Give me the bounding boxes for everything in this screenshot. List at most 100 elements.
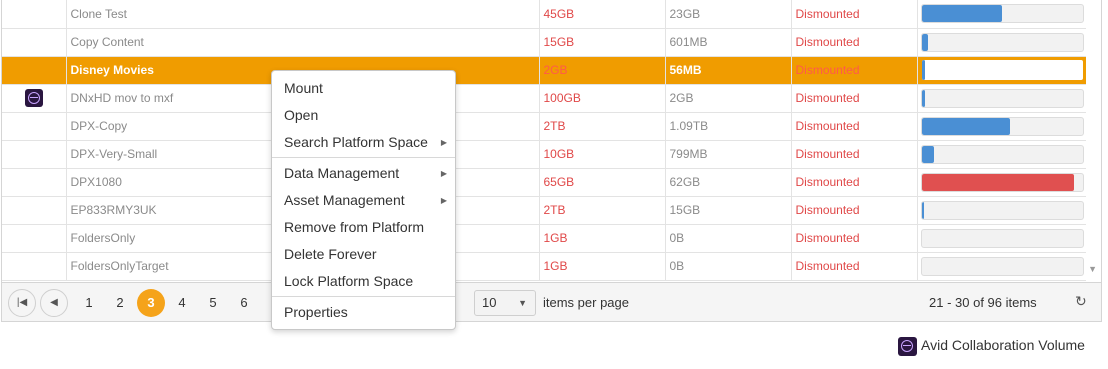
usage-bar: [920, 59, 1084, 81]
table-body: Clone Test 45GB 23GB Dismounted Copy Content…: [2, 0, 1088, 281]
usage-bar: [920, 228, 1084, 248]
submenu-arrow-icon: ▶: [440, 196, 447, 205]
usage-cell: [917, 140, 1088, 169]
page-number-2[interactable]: 2: [106, 289, 134, 317]
usage-cell: [917, 56, 1088, 85]
workspace-status: Dismounted: [791, 28, 918, 57]
usage-bar: [920, 144, 1084, 164]
table-row[interactable]: Copy Content 15GB 601MB Dismounted: [2, 28, 1088, 57]
table-row[interactable]: DPX-Very-Small 10GB 799MB Dismounted: [2, 140, 1088, 169]
page-number-4[interactable]: 4: [168, 289, 196, 317]
menu-item-label: Asset Management: [284, 192, 405, 208]
workspace-used: 62GB: [665, 168, 792, 197]
usage-cell: [917, 196, 1088, 225]
workspace-table: Clone Test 45GB 23GB Dismounted Copy Content…: [2, 0, 1088, 281]
usage-bar-fill: [921, 33, 928, 51]
page-number-6[interactable]: 6: [230, 289, 258, 317]
avid-icon: [898, 337, 917, 356]
workspace-size: 45GB: [539, 0, 666, 29]
submenu-arrow-icon: ▶: [440, 138, 447, 147]
workspace-status: Dismounted: [791, 140, 918, 169]
table-row[interactable]: DPX-Copy 2TB 1.09TB Dismounted: [2, 112, 1088, 141]
usage-cell: [917, 252, 1088, 281]
menu-item-mount[interactable]: Mount: [272, 75, 455, 102]
table-row[interactable]: DPX1080 65GB 62GB Dismounted: [2, 168, 1088, 197]
menu-separator: [272, 157, 455, 158]
context-menu: Mount Open Search Platform Space ▶ Data Mana…: [271, 70, 456, 330]
usage-cell: [917, 28, 1088, 57]
menu-item-properties[interactable]: Properties: [272, 299, 455, 326]
workspace-name[interactable]: Copy Content: [66, 28, 540, 57]
table-row[interactable]: EP833RMY3UK 2TB 15GB Dismounted: [2, 196, 1088, 225]
row-icon-cell: [2, 28, 67, 57]
usage-bar-fill: [921, 60, 925, 80]
prev-page-button[interactable]: ◀: [40, 289, 68, 317]
vertical-scrollbar[interactable]: ▼: [1086, 0, 1101, 282]
workspace-size: 10GB: [539, 140, 666, 169]
workspace-status: Dismounted: [791, 168, 918, 197]
row-icon-cell: [2, 196, 67, 225]
workspace-size: 15GB: [539, 28, 666, 57]
workspace-type-label: Avid Collaboration Volume: [921, 337, 1085, 354]
workspace-size: 1GB: [539, 252, 666, 281]
menu-item-data-management[interactable]: Data Management ▶: [272, 160, 455, 187]
workspace-used: 1.09TB: [665, 112, 792, 141]
row-icon-cell: [2, 140, 67, 169]
row-icon-cell: [2, 84, 67, 113]
menu-item-label: Properties: [284, 304, 348, 320]
scroll-down-icon[interactable]: ▼: [1088, 264, 1097, 274]
page-number-3[interactable]: 3: [137, 289, 165, 317]
menu-item-search-platform-space[interactable]: Search Platform Space ▶: [272, 129, 455, 156]
workspace-size: 100GB: [539, 84, 666, 113]
usage-bar: [920, 32, 1084, 52]
workspace-name[interactable]: Clone Test: [66, 0, 540, 29]
table-row[interactable]: FoldersOnlyTarget 1GB 0B Dismounted: [2, 252, 1088, 281]
row-icon-cell: [2, 252, 67, 281]
workspace-type-legend: Avid Collaboration Volume: [898, 337, 1085, 356]
table-row[interactable]: DNxHD mov to mxf 100GB 2GB Dismounted: [2, 84, 1088, 113]
usage-cell: [917, 84, 1088, 113]
usage-cell: [917, 168, 1088, 197]
chevron-down-icon: ▼: [518, 298, 527, 308]
row-icon-cell: [2, 168, 67, 197]
page-number-5[interactable]: 5: [199, 289, 227, 317]
refresh-icon[interactable]: ↻: [1075, 293, 1087, 310]
workspace-status: Dismounted: [791, 112, 918, 141]
page-size-select[interactable]: 10 ▼: [474, 290, 536, 316]
menu-item-label: Remove from Platform: [284, 219, 425, 235]
pager: |◀ ◀ 123456 10 ▼ items per page 21 - 30 …: [2, 282, 1101, 321]
workspace-used: 23GB: [665, 0, 792, 29]
menu-separator: [272, 296, 455, 297]
page-number-1[interactable]: 1: [75, 289, 103, 317]
first-page-button[interactable]: |◀: [8, 289, 36, 317]
usage-bar: [920, 4, 1084, 24]
usage-bar-fill: [921, 145, 935, 163]
usage-bar: [920, 116, 1084, 136]
menu-item-label: Mount: [284, 80, 323, 96]
workspace-used: 0B: [665, 252, 792, 281]
table-row[interactable]: Disney Movies 2GB 56MB Dismounted: [2, 56, 1088, 85]
submenu-arrow-icon: ▶: [440, 169, 447, 178]
row-icon-cell: [2, 224, 67, 253]
menu-item-asset-management[interactable]: Asset Management ▶: [272, 187, 455, 214]
menu-item-label: Data Management: [284, 165, 400, 181]
pager-info: 21 - 30 of 96 items: [929, 295, 1037, 310]
row-icon-cell: [2, 56, 67, 85]
menu-item-label: Open: [284, 107, 319, 123]
usage-bar: [920, 88, 1084, 108]
usage-bar: [920, 256, 1084, 276]
usage-bar: [920, 200, 1084, 220]
usage-bar-fill: [921, 5, 1002, 23]
workspace-size: 1GB: [539, 224, 666, 253]
workspace-used: 56MB: [665, 56, 792, 85]
menu-item-delete-forever[interactable]: Delete Forever: [272, 241, 455, 268]
menu-item-lock-platform-space[interactable]: Lock Platform Space: [272, 268, 455, 295]
workspace-used: 15GB: [665, 196, 792, 225]
menu-item-open[interactable]: Open: [272, 102, 455, 129]
menu-item-remove-from-platform[interactable]: Remove from Platform: [272, 214, 455, 241]
table-row[interactable]: FoldersOnly 1GB 0B Dismounted: [2, 224, 1088, 253]
workspace-used: 799MB: [665, 140, 792, 169]
avid-icon: [24, 89, 43, 107]
workspace-used: 601MB: [665, 28, 792, 57]
table-row[interactable]: Clone Test 45GB 23GB Dismounted: [2, 0, 1088, 29]
